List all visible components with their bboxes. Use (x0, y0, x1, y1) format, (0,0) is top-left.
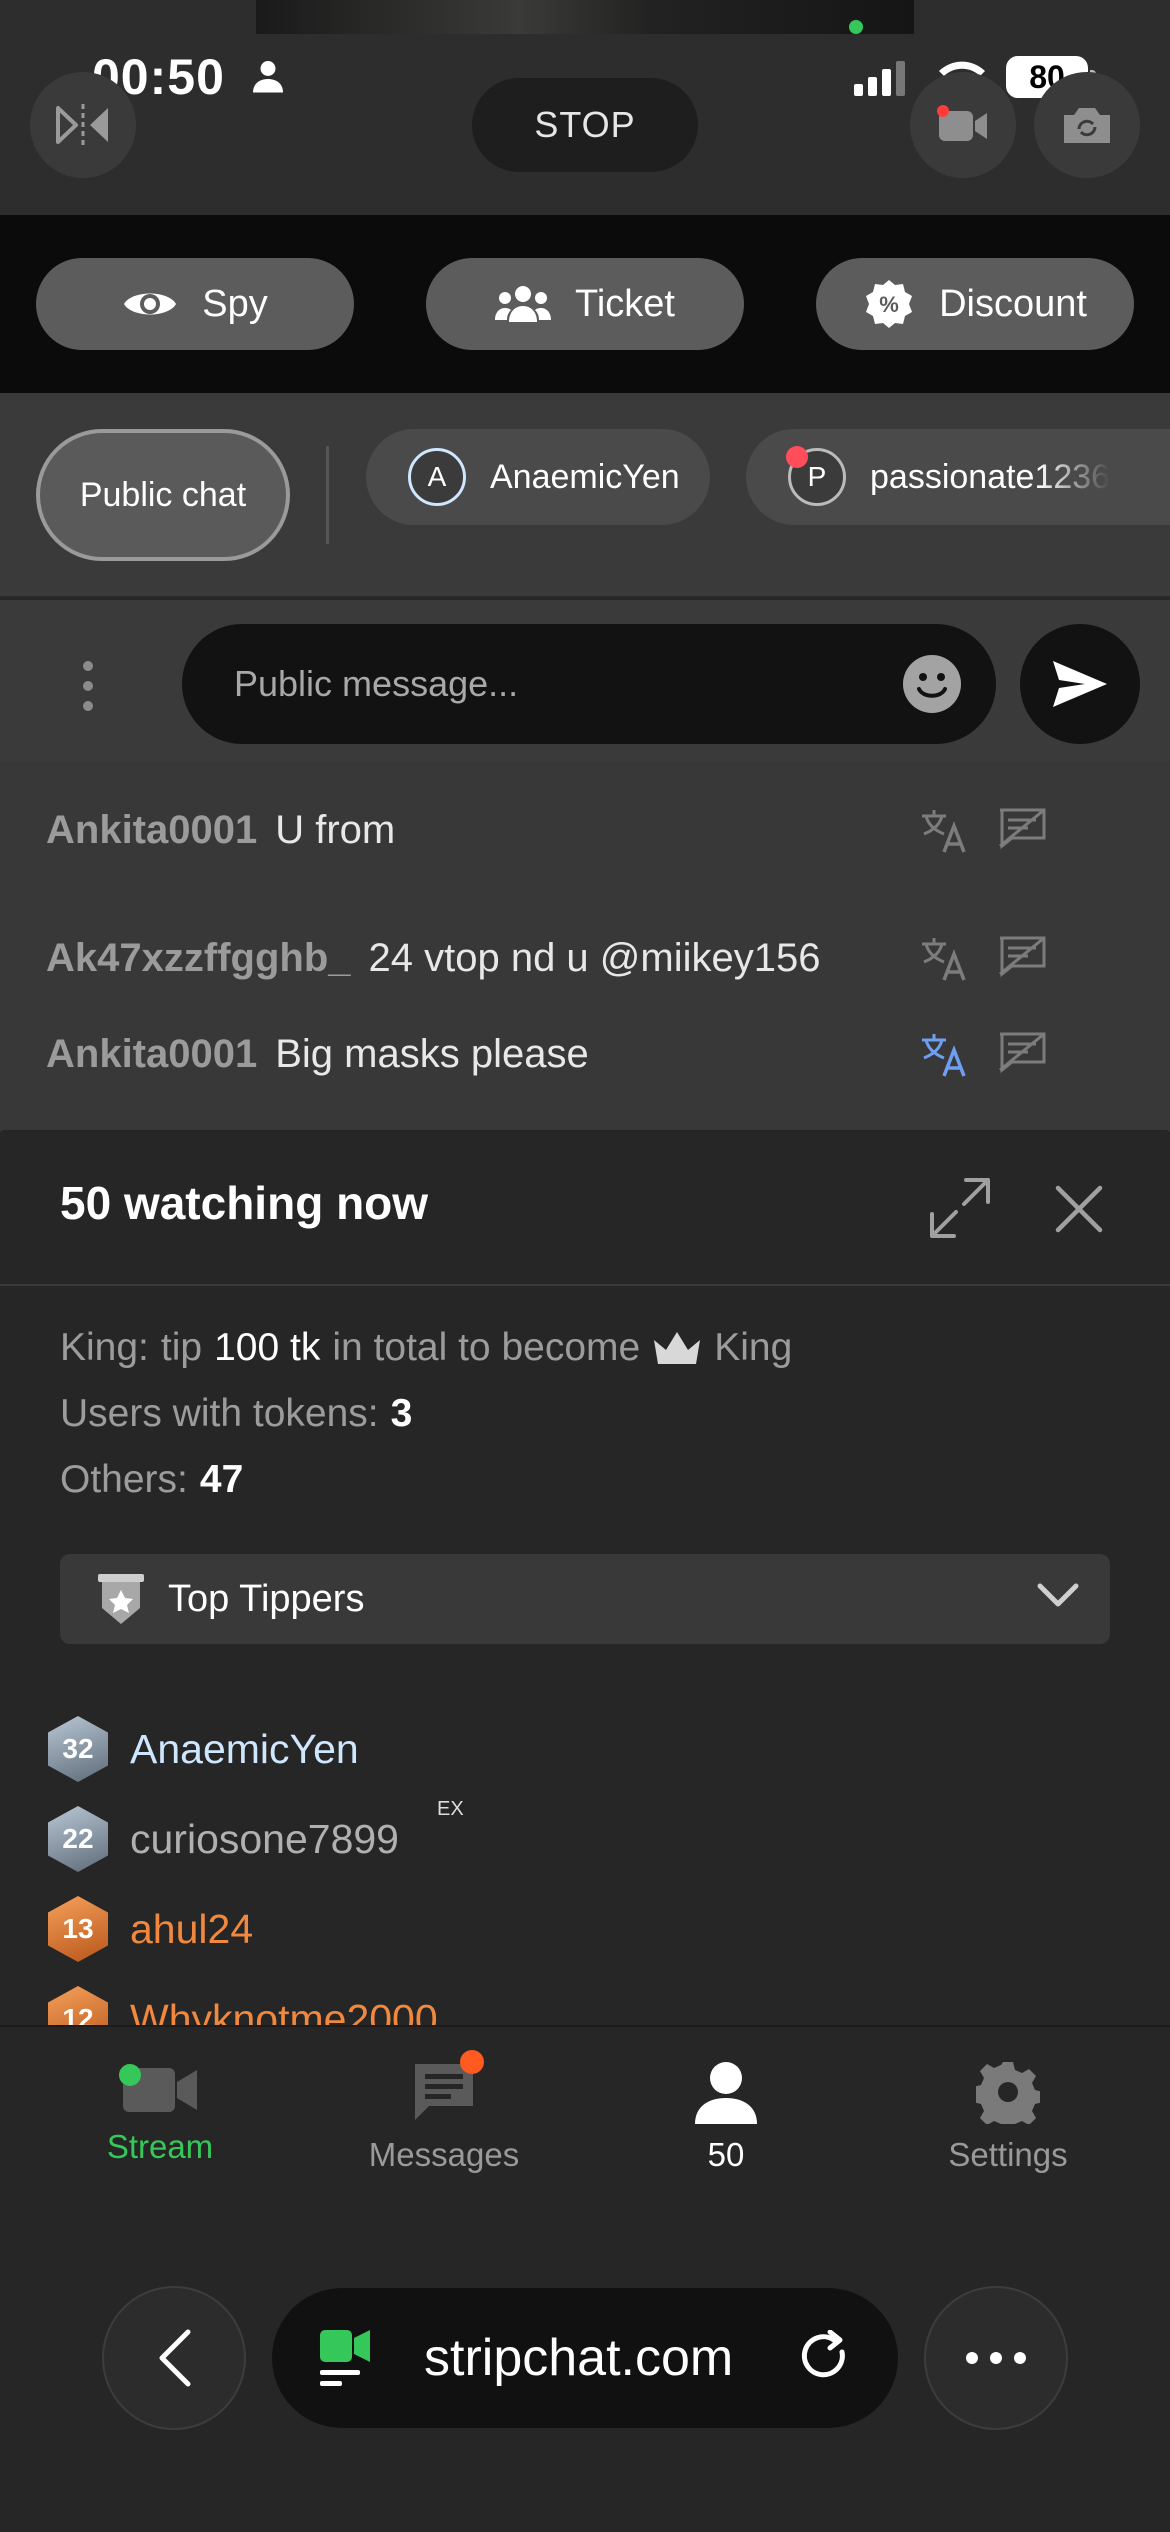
discount-button[interactable]: % Discount (816, 258, 1134, 350)
king-prefix: King: (60, 1326, 149, 1369)
panel-title: 50 watching now (60, 1177, 429, 1229)
message-text: U from (275, 808, 396, 852)
king-info: King: tip 100 tk in total to become King (60, 1326, 792, 1370)
focus-person-icon (250, 58, 286, 94)
message-text: Big masks please (275, 1032, 589, 1076)
king-middle: in total to become (332, 1326, 641, 1369)
tab-private-passionate1236[interactable]: P passionate1236 (746, 429, 1170, 525)
ticket-button[interactable]: Ticket (426, 258, 744, 350)
tab-private-anaemicyen[interactable]: A AnaemicYen (366, 429, 710, 525)
spy-label: Spy (202, 282, 268, 325)
chat-message: Ak47xzzffgghb_ 24 vtop nd u @miikey156 (46, 936, 820, 981)
nav-settings-label: Settings (948, 2136, 1068, 2173)
chat-message: Ankita0001 Big masks please (46, 1032, 589, 1077)
tipper-name: AnaemicYen (130, 1725, 359, 1772)
expand-icon[interactable] (928, 1176, 992, 1240)
message-text: 24 vtop nd u @miikey156 (368, 936, 821, 980)
nav-stream[interactable]: Stream (40, 2060, 280, 2166)
browser-more-button[interactable] (924, 2286, 1068, 2430)
nav-messages-label: Messages (368, 2136, 520, 2173)
send-icon (1053, 661, 1107, 707)
stop-broadcast-button[interactable]: STOP (472, 78, 698, 172)
level-badge: 22 (48, 1806, 108, 1872)
more-options-icon[interactable] (80, 660, 96, 712)
group-users-icon (495, 286, 552, 322)
nav-messages[interactable]: Messages (324, 2060, 564, 2174)
list-item[interactable]: 22 curiosone7899 (48, 1806, 399, 1872)
level-badge: 13 (48, 1896, 108, 1962)
unread-indicator-dot (786, 446, 808, 468)
message-username[interactable]: Ak47xzzffgghb_ (46, 936, 351, 980)
ellipsis-icon (966, 2352, 1026, 2364)
close-icon[interactable] (1054, 1184, 1104, 1234)
message-username[interactable]: Ankita0001 (46, 1032, 257, 1076)
king-amount: 100 tk (214, 1326, 321, 1369)
translate-icon[interactable] (920, 936, 970, 982)
flip-camera-icon (1064, 108, 1110, 143)
trophy-shield-icon (98, 1574, 144, 1624)
discount-label: Discount (939, 282, 1087, 325)
chevron-down-icon[interactable] (1036, 1582, 1080, 1610)
tabs-divider (326, 446, 329, 544)
list-item[interactable]: 13 ahul24 (48, 1896, 253, 1962)
send-button[interactable] (1020, 624, 1140, 744)
live-indicator-dot (119, 2064, 141, 2086)
tokens-label: Users with tokens: (60, 1392, 379, 1435)
hide-message-icon[interactable] (996, 1030, 1048, 1074)
nav-stream-label: Stream (106, 2128, 214, 2165)
hide-message-icon[interactable] (996, 934, 1048, 978)
king-tip-word: tip (160, 1326, 203, 1369)
tipper-name: curiosone7899 (130, 1815, 399, 1862)
tab-username: AnaemicYen (490, 457, 680, 496)
flip-camera-button[interactable] (1034, 72, 1140, 178)
ticket-label: Ticket (575, 282, 675, 325)
video-preview-strip (256, 0, 914, 34)
mirror-toggle-button[interactable] (30, 72, 136, 178)
user-icon (695, 2062, 757, 2124)
chat-message: Ankita0001 U from (46, 808, 395, 853)
nav-settings[interactable]: Settings (888, 2060, 1128, 2174)
browser-back-button[interactable] (102, 2286, 246, 2430)
users-with-tokens: Users with tokens: 3 (60, 1392, 412, 1436)
svg-text:%: % (879, 292, 899, 317)
tipper-name: ahul24 (130, 1905, 254, 1952)
reload-icon[interactable] (800, 2330, 852, 2386)
public-message-input[interactable]: Public message... (182, 624, 996, 744)
crown-icon (654, 1332, 701, 1364)
top-tippers-label: Top Tippers (168, 1577, 365, 1620)
video-camera-icon (937, 105, 987, 141)
url-text: stripchat.com (424, 2329, 734, 2387)
list-item[interactable]: 32 AnaemicYen (48, 1716, 359, 1782)
others-count-row: Others: 47 (60, 1458, 243, 1502)
tab-public-chat[interactable]: Public chat (36, 429, 290, 561)
notification-dot (460, 2050, 484, 2074)
others-label: Others: (60, 1458, 188, 1501)
site-favicon-icon (320, 2330, 370, 2386)
tokens-count: 3 (390, 1392, 413, 1435)
translate-icon-active[interactable] (920, 1032, 970, 1078)
message-username[interactable]: Ankita0001 (46, 808, 257, 852)
tab-username: passionate1236 (870, 457, 1111, 496)
others-count: 47 (199, 1458, 244, 1501)
translate-icon[interactable] (920, 808, 970, 854)
camera-toggle-button[interactable] (910, 72, 1016, 178)
eye-icon (124, 293, 177, 315)
avatar: A (408, 448, 466, 506)
nav-viewers[interactable]: 50 (606, 2060, 846, 2174)
king-suffix: King (714, 1326, 793, 1369)
hide-message-icon[interactable] (996, 806, 1048, 850)
chevron-left-icon (159, 2329, 191, 2387)
discount-badge-icon: % (866, 280, 913, 328)
spy-button[interactable]: Spy (36, 258, 354, 350)
mirror-icon (56, 104, 108, 146)
viewers-count: 50 (707, 2136, 745, 2173)
panel-divider (0, 1284, 1170, 1286)
top-tippers-dropdown[interactable]: Top Tippers (60, 1554, 1110, 1644)
cellular-signal-icon (852, 60, 912, 96)
level-badge: 32 (48, 1716, 108, 1782)
ex-badge: EX (437, 1798, 464, 1820)
camera-active-indicator (849, 20, 863, 34)
gear-icon (976, 2062, 1040, 2124)
emoji-icon[interactable] (902, 654, 962, 714)
